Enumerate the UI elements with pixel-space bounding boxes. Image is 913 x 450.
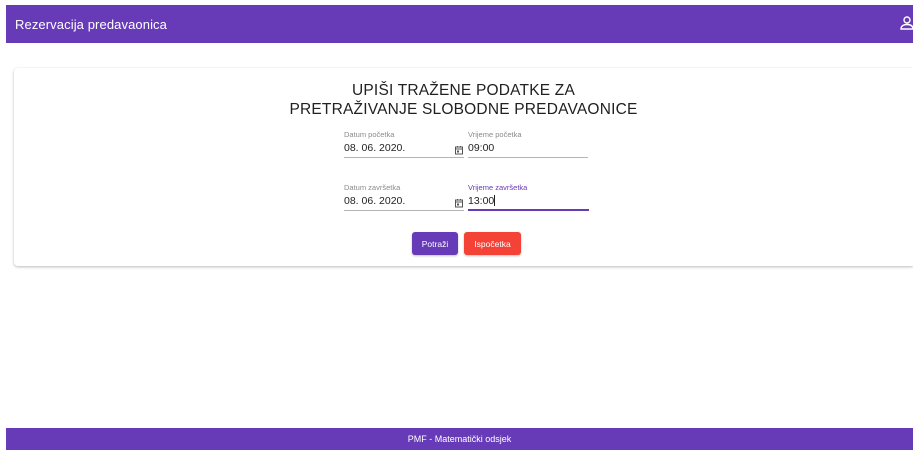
- form-heading-line1: UPIŠI TRAŽENE PODATKE ZA: [352, 82, 575, 99]
- form-heading-line2: PRETRAŽIVANJE SLOBODNE PREDAVAONICE: [289, 101, 638, 118]
- start-time-value: 09:00: [468, 142, 495, 154]
- account-icon[interactable]: [899, 15, 913, 31]
- end-time-label: Vrijeme završetka: [468, 183, 528, 192]
- footer: PMF - Matematički odsjek: [6, 428, 913, 450]
- app-title: Rezervacija predavaonica: [15, 16, 167, 32]
- end-date-underline: [344, 210, 464, 211]
- footer-text: PMF - Matematički odsjek: [407, 434, 512, 444]
- start-date-field[interactable]: Datum početka 08. 06. 2020.: [344, 130, 464, 158]
- start-time-underline: [468, 157, 588, 158]
- search-button[interactable]: Potraži: [412, 232, 458, 255]
- end-time-value: 13:00: [468, 195, 496, 207]
- end-date-value: 08. 06. 2020.: [344, 195, 406, 207]
- page: Rezervacija predavaonica UPIŠI TRAŽENE P…: [0, 0, 913, 450]
- end-time-text: 13:00: [468, 195, 495, 207]
- text-caret: [494, 195, 496, 206]
- start-date-label: Datum početka: [344, 130, 395, 139]
- top-toolbar: Rezervacija predavaonica: [6, 5, 913, 43]
- start-time-field[interactable]: Vrijeme početka 09:00: [468, 130, 588, 158]
- end-time-underline: [468, 209, 589, 211]
- start-time-label: Vrijeme početka: [468, 130, 522, 139]
- end-time-field[interactable]: Vrijeme završetka 13:00: [468, 183, 589, 211]
- search-card: UPIŠI TRAŽENE PODATKE ZA PRETRAŽIVANJE S…: [14, 68, 913, 266]
- reset-button[interactable]: Ispočetka: [464, 232, 521, 255]
- end-date-label: Datum završetka: [344, 183, 401, 192]
- end-date-field[interactable]: Datum završetka 08. 06. 2020.: [344, 183, 464, 211]
- start-date-underline: [344, 157, 464, 158]
- calendar-icon[interactable]: [454, 142, 464, 155]
- calendar-icon[interactable]: [454, 195, 464, 208]
- start-date-value: 08. 06. 2020.: [344, 142, 406, 154]
